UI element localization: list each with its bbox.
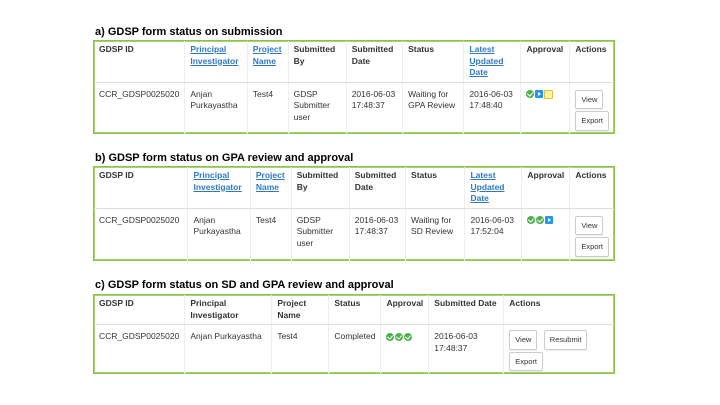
section-b-title: b) GDSP form status on GPA review and ap… — [95, 152, 354, 164]
section-c-panel: GDSP ID Principal Investigator Project N… — [93, 294, 615, 375]
col-submitted-date: Submitted Date — [345, 41, 403, 83]
section-a-panel: GDSP ID Principal Investigator Project N… — [93, 40, 615, 135]
approval-cell — [520, 82, 570, 135]
resubmit-button[interactable]: Resubmit — [543, 330, 588, 350]
project-cell: Test4 — [249, 208, 292, 261]
table-row: CCR_GDSP0025020 Anjan Purkayastha Test4 … — [94, 82, 614, 135]
export-button[interactable]: Export — [509, 351, 543, 371]
col-approval: Approval — [521, 167, 570, 209]
check-circle-icon — [526, 90, 535, 99]
check-circle-icon — [386, 332, 395, 341]
view-button[interactable]: View — [509, 330, 538, 350]
status-cell: Waiting for SD Review — [405, 208, 465, 261]
col-submitted-by: Submitted By — [287, 41, 347, 83]
section-b-table: GDSP ID Principal Investigator Project N… — [94, 167, 614, 261]
export-button[interactable]: Export — [575, 111, 609, 131]
latest-date-cell: 2016-06-03 17:52:04 — [464, 208, 522, 261]
col-principal-investigator: Principal Investigator — [184, 295, 272, 325]
latest-date-cell: 2016-06-03 17:48:40 — [463, 82, 521, 135]
section-c-table: GDSP ID Principal Investigator Project N… — [94, 295, 614, 375]
col-approval: Approval — [520, 41, 570, 83]
col-principal-investigator[interactable]: Principal Investigator — [184, 41, 248, 83]
approval-cell — [521, 208, 570, 261]
col-latest-updated-date[interactable]: Latest Updated Date — [463, 41, 521, 83]
approval-cell — [380, 324, 429, 375]
section-b-panel: GDSP ID Principal Investigator Project N… — [93, 166, 615, 261]
submitted-date-cell: 2016-06-03 17:48:37 — [348, 208, 406, 261]
view-button[interactable]: View — [575, 89, 604, 109]
project-cell: Test4 — [246, 82, 289, 135]
check-circle-icon — [536, 216, 545, 225]
col-project-name[interactable]: Project Name — [246, 41, 289, 83]
pi-cell: Anjan Purkayastha — [184, 324, 272, 375]
submitted-date-cell: 2016-06-03 17:48:37 — [345, 82, 403, 135]
col-submitted-by: Submitted By — [290, 167, 350, 209]
col-status: Status — [328, 295, 381, 325]
actions-cell: View Export — [569, 208, 614, 261]
col-approval: Approval — [380, 295, 429, 325]
col-submitted-date: Submitted Date — [348, 167, 406, 209]
col-submitted-date: Submitted Date — [428, 295, 504, 325]
submitted-date-cell: 2016-06-03 17:48:37 — [428, 324, 504, 375]
section-c-title: c) GDSP form status on SD and GPA review… — [95, 279, 394, 291]
project-cell: Test4 — [271, 324, 329, 375]
col-status: Status — [405, 167, 465, 209]
col-project-name: Project Name — [271, 295, 329, 325]
check-circle-icon — [404, 332, 413, 341]
col-status: Status — [402, 41, 464, 83]
forward-icon — [535, 90, 544, 99]
gdsp-id-cell: CCR_GDSP0025020 — [99, 331, 180, 341]
submitted-by-cell: GDSP Submitter user — [290, 208, 350, 261]
pi-cell: Anjan Purkayastha — [184, 82, 248, 135]
col-principal-investigator[interactable]: Principal Investigator — [187, 167, 251, 209]
pi-cell: Anjan Purkayastha — [187, 208, 251, 261]
gdsp-id-cell: CCR_GDSP0025020 — [99, 214, 180, 225]
check-circle-icon — [395, 332, 404, 341]
table-row: CCR_GDSP0025020 Anjan Purkayastha Test4 … — [94, 208, 614, 261]
col-actions: Actions — [503, 295, 614, 325]
actions-cell: View Resubmit Export — [503, 324, 614, 375]
col-latest-updated-date[interactable]: Latest Updated Date — [464, 167, 522, 209]
section-a-table: GDSP ID Principal Investigator Project N… — [94, 41, 614, 135]
pending-icon — [544, 89, 554, 99]
status-cell: Waiting for GPA Review — [402, 82, 464, 135]
col-gdsp-id: GDSP ID — [94, 41, 185, 83]
col-actions: Actions — [569, 41, 614, 83]
actions-cell: View Export — [569, 82, 614, 135]
forward-icon — [545, 216, 554, 225]
col-project-name[interactable]: Project Name — [249, 167, 292, 209]
section-a-title: a) GDSP form status on submission — [95, 26, 283, 38]
export-button[interactable]: Export — [575, 237, 609, 257]
gdsp-id-cell: CCR_GDSP0025020 — [99, 88, 180, 99]
view-button[interactable]: View — [575, 215, 604, 235]
col-gdsp-id: GDSP ID — [94, 295, 185, 325]
status-cell: Completed — [328, 324, 381, 375]
col-gdsp-id: GDSP ID — [94, 167, 188, 209]
submitted-by-cell: GDSP Submitter user — [287, 82, 347, 135]
table-row: CCR_GDSP0025020 Anjan Purkayastha Test4 … — [94, 324, 614, 375]
col-actions: Actions — [569, 167, 614, 209]
check-circle-icon — [527, 216, 536, 225]
